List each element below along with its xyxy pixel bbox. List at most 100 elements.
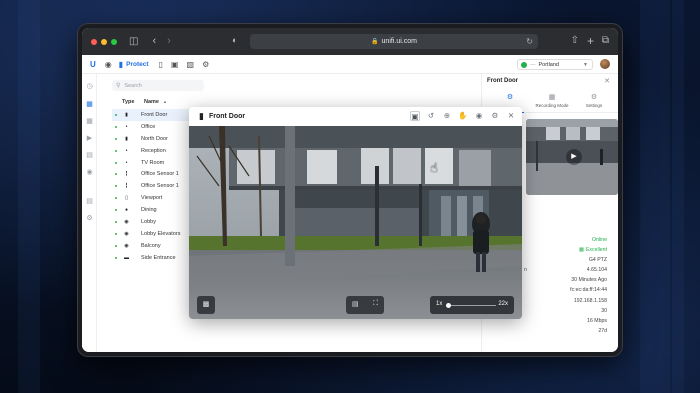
map-icon[interactable]: ▦ bbox=[86, 118, 93, 125]
bullet-camera-icon: ▮ bbox=[125, 135, 128, 142]
unifi-logo-icon[interactable]: U bbox=[90, 60, 96, 69]
app-toolbar: U ◉ ▮ Protect ▯ ▣ ▧ ⚙ — Portland ▼ bbox=[82, 55, 618, 74]
browser-toolbar: ◫ ‹ › ◐ 🔒 unifi.ui.com ↻ ⇧ + ⧉ bbox=[82, 28, 618, 55]
ip-value: 192.168.1.158 bbox=[573, 297, 607, 304]
online-status-icon bbox=[115, 209, 117, 212]
device-name: Viewport bbox=[141, 195, 163, 202]
playback-icon[interactable]: ▶ bbox=[86, 135, 93, 142]
device-name: TV Room bbox=[141, 159, 165, 166]
spec-values: Online ▩ Excellent G4 PTZ 4.65.104 30 Min… bbox=[570, 235, 607, 336]
share-icon[interactable]: ⇧ bbox=[571, 36, 579, 46]
camera-icon[interactable]: ◉ bbox=[474, 111, 484, 121]
device-name: Balcony bbox=[141, 242, 161, 249]
close-window-button[interactable] bbox=[91, 38, 97, 45]
hand-icon[interactable]: ✋ bbox=[458, 111, 468, 121]
camera-app-icon[interactable]: ◉ bbox=[105, 60, 112, 69]
site-selector[interactable]: — Portland ▼ bbox=[517, 59, 593, 70]
device-name: Front Door bbox=[141, 112, 168, 118]
dome-camera-icon: ● bbox=[124, 207, 129, 214]
privacy-shield-icon[interactable]: ◐ bbox=[232, 36, 237, 45]
online-status-icon bbox=[115, 137, 117, 140]
tab-overview-icon[interactable]: ⧉ bbox=[602, 36, 609, 46]
talk-app-icon[interactable]: ▣ bbox=[171, 60, 179, 69]
camera-viewer-modal: ▮ Front Door ▣ ↺ ⊕ ✋ ◉ ⚙ ✕ ▩ ▤ ⛶ 1x 22x … bbox=[189, 107, 522, 319]
online-status-icon bbox=[115, 125, 117, 128]
online-status-icon bbox=[115, 232, 117, 235]
new-tab-icon[interactable]: + bbox=[587, 35, 594, 47]
site-status-icon bbox=[521, 61, 527, 68]
hand-cursor-icon: ☝ bbox=[430, 160, 438, 175]
name-column-header[interactable]: Name bbox=[144, 99, 159, 105]
maximize-window-button[interactable] bbox=[111, 38, 117, 45]
site-name: Portland bbox=[538, 61, 560, 68]
aspect-icon[interactable]: ▤ bbox=[352, 300, 359, 308]
sort-icon[interactable]: ▲ bbox=[163, 99, 167, 104]
camera-icon: ▮ bbox=[199, 111, 204, 121]
connect-app-icon[interactable]: ▧ bbox=[187, 60, 195, 69]
close-icon[interactable]: ✕ bbox=[506, 111, 516, 121]
zoom-slider[interactable]: 1x 22x bbox=[430, 296, 514, 314]
share-snapshot-button[interactable]: ▩ bbox=[197, 296, 215, 314]
avatar[interactable] bbox=[600, 59, 610, 69]
online-status-icon bbox=[115, 221, 117, 224]
device-name: Reception bbox=[141, 147, 166, 154]
gear-icon[interactable]: ⚙ bbox=[490, 111, 500, 121]
layout-toggle-button[interactable]: ▤ ⛶ bbox=[346, 296, 384, 314]
tab-settings[interactable]: ⚙ Settings bbox=[572, 93, 616, 108]
reload-icon[interactable]: ↻ bbox=[526, 37, 533, 46]
close-icon[interactable]: ✕ bbox=[604, 77, 610, 85]
fullscreen-icon[interactable]: ⛶ bbox=[373, 300, 378, 308]
mac-value: fc:ec:da:ff:14:44 bbox=[570, 287, 607, 294]
bullet-camera-icon: ▮ bbox=[125, 112, 128, 118]
insights-icon[interactable]: ▤ bbox=[86, 152, 93, 159]
dashboard-icon[interactable]: ◷ bbox=[86, 83, 93, 90]
play-icon[interactable]: ▶ bbox=[566, 149, 582, 165]
tab-recording-mode[interactable]: ▦ Recording Mode bbox=[530, 93, 574, 108]
protect-tab[interactable]: Protect bbox=[126, 61, 148, 68]
viewport-icon: ▯ bbox=[125, 195, 128, 202]
online-status-icon bbox=[115, 197, 117, 200]
target-icon[interactable]: ⊕ bbox=[442, 111, 452, 121]
zoom-max-label: 22x bbox=[498, 301, 508, 307]
viewer-header: ▮ Front Door ▣ ↺ ⊕ ✋ ◉ ⚙ ✕ bbox=[189, 107, 522, 126]
online-status-icon bbox=[115, 173, 117, 176]
device-name: Office Sensor 1 bbox=[141, 171, 179, 178]
alarm-icon[interactable]: ◉ bbox=[86, 169, 93, 176]
turret-camera-icon: ◉ bbox=[124, 219, 129, 226]
online-status-icon bbox=[115, 161, 117, 164]
url-text: unifi.ui.com bbox=[381, 38, 417, 45]
zoom-handle[interactable] bbox=[446, 303, 451, 308]
mini-camera-icon: • bbox=[125, 159, 128, 166]
zoom-min-label: 1x bbox=[436, 301, 443, 307]
turret-camera-icon: ◉ bbox=[124, 230, 129, 237]
forward-icon[interactable]: › bbox=[167, 36, 171, 47]
settings-sliders-icon: ⚙ bbox=[506, 94, 514, 101]
access-app-icon[interactable]: ▯ bbox=[159, 60, 163, 69]
search-input[interactable]: ⚲ Search bbox=[112, 80, 204, 91]
tab-overview[interactable]: ⚙ bbox=[488, 93, 532, 103]
mini-camera-icon: • bbox=[125, 123, 128, 130]
rotate-icon[interactable]: ↺ bbox=[426, 111, 436, 121]
minimize-window-button[interactable] bbox=[101, 38, 107, 45]
zoom-track[interactable] bbox=[446, 303, 496, 308]
storage-icon[interactable]: ▤ bbox=[86, 198, 93, 205]
camera-preview[interactable]: ▶ bbox=[526, 119, 618, 195]
type-column-header[interactable]: Type bbox=[122, 99, 134, 105]
sidebar-toggle-icon[interactable]: ◫ bbox=[129, 36, 138, 47]
settings-icon[interactable]: ⚙ bbox=[86, 215, 93, 222]
live-feed[interactable]: ▩ ▤ ⛶ 1x 22x ☝ bbox=[189, 126, 522, 319]
turret-camera-icon: ◉ bbox=[124, 242, 129, 249]
connection-text: Excellent bbox=[585, 247, 607, 254]
device-name: Office bbox=[141, 123, 156, 130]
online-status-icon bbox=[115, 185, 117, 188]
connection-value: ▩ Excellent bbox=[570, 245, 607, 255]
spec-label: n bbox=[524, 267, 527, 273]
devices-icon[interactable]: ▦ bbox=[86, 101, 93, 108]
back-icon[interactable]: ‹ bbox=[152, 36, 156, 47]
status-value: Online bbox=[592, 237, 607, 243]
users-app-icon[interactable]: ⚙ bbox=[202, 60, 209, 69]
address-bar[interactable]: 🔒 unifi.ui.com ↻ bbox=[250, 34, 538, 49]
protect-app-icon[interactable]: ▮ bbox=[119, 60, 123, 69]
zoom-box-icon[interactable]: ▣ bbox=[410, 111, 420, 121]
model-value: G4 PTZ bbox=[588, 257, 607, 264]
